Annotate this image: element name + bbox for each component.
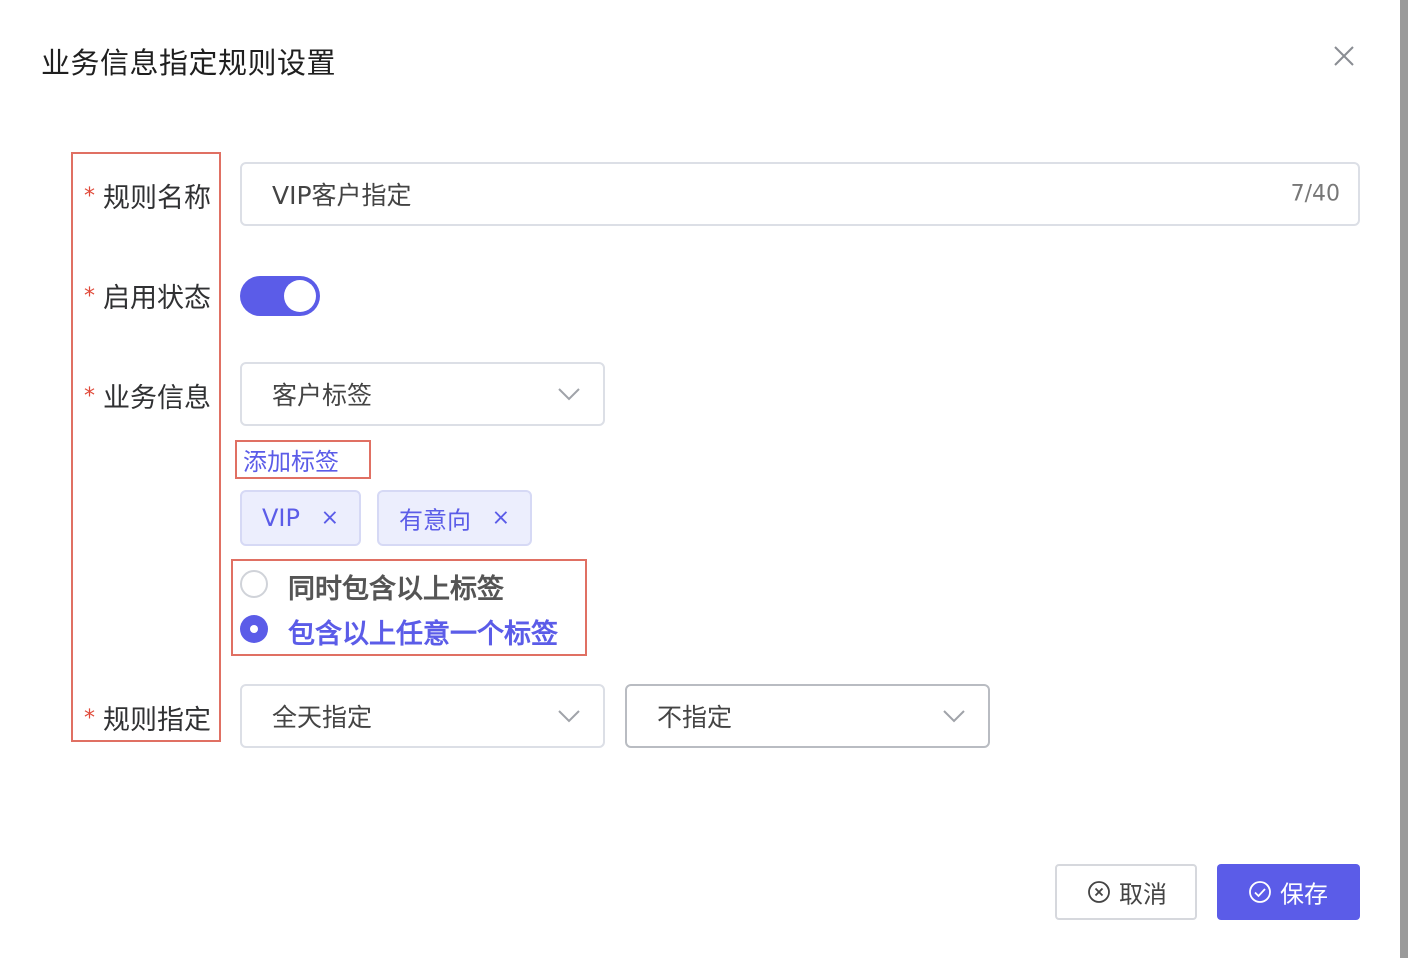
required-mark: * <box>84 184 95 209</box>
time-select-value: 全天指定 <box>272 703 373 732</box>
status-label: * 启用状态 <box>84 276 211 315</box>
dialog-title: 业务信息指定规则设置 <box>41 46 337 80</box>
rule-assign-label-text: 规则指定 <box>103 705 211 736</box>
remove-tag-icon[interactable]: × <box>492 506 510 531</box>
background-overlay-edge <box>1400 0 1408 958</box>
status-label-text: 启用状态 <box>103 283 211 314</box>
annotation-labels-box <box>71 152 221 742</box>
business-info-select[interactable]: 客户标签 <box>240 362 605 426</box>
cancel-button[interactable]: 取消 <box>1055 864 1197 920</box>
chevron-down-icon <box>558 710 580 723</box>
business-info-label-text: 业务信息 <box>103 383 211 414</box>
rule-name-value: VIP客户指定 <box>272 181 412 210</box>
rule-name-counter: 7/40 <box>1290 181 1340 207</box>
target-select-value: 不指定 <box>657 703 733 732</box>
tag-interested: 有意向 × <box>377 490 532 546</box>
check-circle-icon <box>1249 881 1271 903</box>
save-button-label: 保存 <box>1280 880 1328 909</box>
remove-tag-icon[interactable]: × <box>321 506 339 531</box>
add-tag-link[interactable]: 添加标签 <box>243 442 339 477</box>
rule-settings-dialog: 业务信息指定规则设置 * 规则名称 VIP客户指定 7/40 * 启用状态 * 业务信… <box>0 0 1400 958</box>
rule-name-label: * 规则名称 <box>84 176 211 215</box>
chevron-down-icon <box>943 710 965 723</box>
business-info-select-value: 客户标签 <box>272 381 373 410</box>
radio-match-all[interactable]: 同时包含以上标签 <box>240 570 570 605</box>
chevron-down-icon <box>558 388 580 401</box>
tag-label: VIP <box>262 504 300 532</box>
required-mark: * <box>84 284 95 309</box>
tag-vip: VIP × <box>240 490 361 546</box>
time-select[interactable]: 全天指定 <box>240 684 605 748</box>
close-icon[interactable] <box>1328 40 1360 72</box>
radio-circle-selected[interactable] <box>240 615 268 643</box>
radio-label: 包含以上任意一个标签 <box>288 619 558 650</box>
rule-name-input[interactable]: VIP客户指定 7/40 <box>240 162 1360 226</box>
target-select[interactable]: 不指定 <box>625 684 990 748</box>
cancel-button-label: 取消 <box>1119 880 1167 909</box>
required-mark: * <box>84 384 95 409</box>
status-toggle[interactable] <box>240 276 320 316</box>
save-button[interactable]: 保存 <box>1217 864 1360 920</box>
radio-match-any[interactable]: 包含以上任意一个标签 <box>240 615 580 650</box>
business-info-label: * 业务信息 <box>84 376 211 415</box>
radio-circle[interactable] <box>240 570 268 598</box>
cancel-circle-icon <box>1088 881 1110 903</box>
rule-name-label-text: 规则名称 <box>103 183 211 214</box>
tag-label: 有意向 <box>399 506 471 535</box>
rule-assign-label: * 规则指定 <box>84 698 211 737</box>
radio-label: 同时包含以上标签 <box>288 574 504 605</box>
required-mark: * <box>84 706 95 731</box>
toggle-knob <box>284 280 316 312</box>
